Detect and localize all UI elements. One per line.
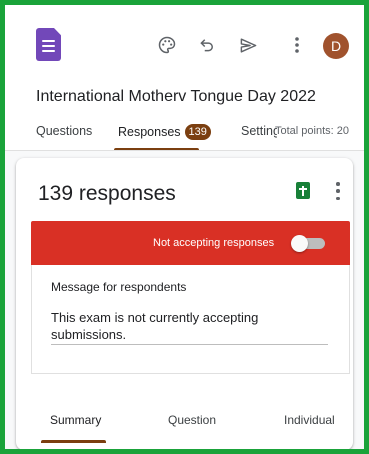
accepting-responses-label: Not accepting responses	[153, 237, 275, 249]
message-input-underline	[51, 344, 328, 345]
tab-responses-label: Responses	[118, 125, 181, 139]
google-forms-logo-icon[interactable]	[36, 28, 61, 61]
tab-individual[interactable]: Individual	[284, 413, 335, 427]
sheets-icon[interactable]	[296, 182, 310, 199]
responses-count-badge: 139	[184, 124, 211, 140]
tabs-divider	[5, 150, 364, 151]
active-view-tab-indicator	[41, 440, 106, 443]
form-tabs: Questions Responses139 Settings Total po…	[5, 115, 364, 151]
screenshot-frame: D International Motherv Tongue Day 2022 …	[0, 0, 369, 454]
message-box: Message for respondents This exam is not…	[31, 265, 350, 374]
accepting-responses-banner: Not accepting responses	[31, 221, 350, 265]
tab-summary[interactable]: Summary	[50, 413, 101, 427]
toggle-knob	[291, 235, 308, 252]
palette-icon[interactable]	[155, 33, 179, 57]
send-icon[interactable]	[236, 33, 260, 57]
undo-icon[interactable]	[195, 33, 219, 57]
more-vert-icon[interactable]	[331, 182, 345, 200]
tab-questions[interactable]: Questions	[36, 124, 92, 138]
accepting-responses-toggle[interactable]	[291, 234, 325, 252]
account-avatar[interactable]: D	[323, 33, 349, 59]
message-label: Message for respondents	[51, 280, 187, 294]
responses-card: 139 responses Not accepting responses Me…	[16, 158, 353, 449]
tab-question[interactable]: Question	[168, 413, 216, 427]
tab-responses[interactable]: Responses 139	[118, 124, 211, 140]
form-title[interactable]: International Motherv Tongue Day 2022	[36, 88, 316, 106]
message-input[interactable]: This exam is not currently accepting sub…	[51, 309, 311, 343]
tab-settings[interactable]: Settings	[241, 124, 277, 138]
more-vert-icon[interactable]	[285, 33, 309, 57]
responses-count-heading: 139 responses	[38, 182, 176, 205]
total-points-label: Total points: 20	[275, 125, 349, 137]
response-view-tabs: Summary Question Individual	[16, 398, 353, 449]
app-bar: D International Motherv Tongue Day 2022 …	[5, 5, 364, 151]
